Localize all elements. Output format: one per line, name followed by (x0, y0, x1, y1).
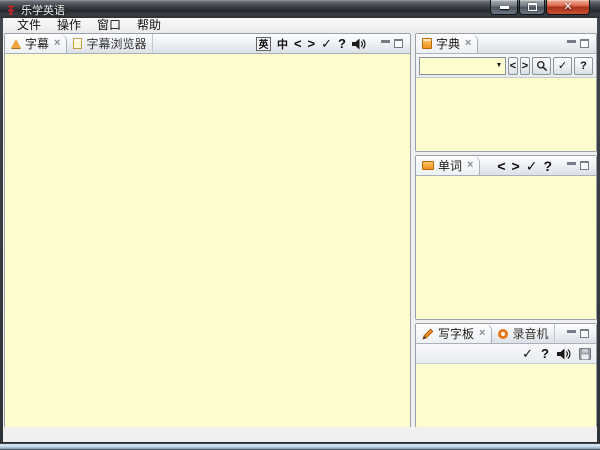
writing-pad-content[interactable] (416, 364, 596, 427)
next-button[interactable]: > (308, 37, 316, 50)
dictionary-content (416, 78, 596, 151)
tab-subtitle-close-icon[interactable]: × (54, 38, 60, 49)
dictionary-icon (422, 38, 432, 49)
tab-subtitle-browser[interactable]: 字幕浏览器 (67, 34, 153, 53)
tab-words-label: 单词 (438, 157, 462, 174)
words-icon (422, 161, 434, 170)
previous-button[interactable]: < (497, 159, 505, 173)
dictionary-panel-controls (558, 34, 596, 53)
help-button[interactable]: ? (574, 57, 593, 75)
tab-subtitle-browser-label: 字幕浏览器 (86, 35, 146, 52)
maximize-button[interactable] (519, 0, 545, 15)
help-button[interactable]: ? (541, 347, 549, 360)
dictionary-toolbar: ▼ < > ✓ ? (416, 54, 596, 78)
window-title: 乐学英语 (21, 2, 65, 18)
subtitle-tab-bar: 字幕 × 字幕浏览器 英 中 < > ✓ ? (5, 34, 410, 54)
speaker-button[interactable] (352, 38, 366, 50)
close-button[interactable]: ✕ (546, 0, 590, 15)
minimize-button[interactable] (490, 0, 518, 15)
menu-window[interactable]: 窗口 (89, 18, 129, 33)
status-bar (3, 427, 597, 442)
panel-minimize-icon[interactable] (567, 162, 576, 165)
search-button[interactable] (532, 57, 551, 75)
dictionary-search-input[interactable] (420, 58, 493, 74)
speaker-button[interactable] (557, 348, 571, 360)
dictionary-tab-bar: 字典 × (416, 34, 596, 54)
close-icon: ✕ (563, 2, 572, 13)
tab-dictionary[interactable]: 字典 × (416, 34, 478, 53)
menu-operation[interactable]: 操作 (49, 18, 89, 33)
panel-maximize-icon[interactable] (580, 161, 589, 170)
pencil-icon (422, 328, 434, 340)
subtitle-icon (11, 39, 21, 48)
pad-toolbar: ✓ ? (416, 344, 596, 364)
tab-writing-pad[interactable]: 写字板 × (416, 324, 492, 343)
english-toggle-button[interactable]: 英 (256, 37, 271, 51)
next-button[interactable]: > (512, 159, 520, 173)
panel-maximize-icon[interactable] (580, 329, 589, 338)
help-button[interactable]: ? (543, 159, 552, 173)
check-button[interactable]: ✓ (522, 347, 533, 360)
previous-button[interactable]: < (294, 37, 302, 50)
panel-maximize-icon[interactable] (394, 39, 403, 48)
words-content (416, 176, 596, 319)
recorder-icon (498, 329, 508, 339)
save-button[interactable] (579, 348, 591, 360)
next-button[interactable]: > (520, 57, 530, 75)
words-panel: 单词 × < > ✓ ? (415, 155, 597, 320)
menu-help[interactable]: 帮助 (129, 18, 169, 33)
chevron-down-icon[interactable]: ▼ (493, 62, 505, 69)
pad-panel-controls (558, 324, 596, 343)
tab-words-close-icon[interactable]: × (467, 160, 473, 171)
window-frame-bottom (0, 442, 600, 450)
subtitle-panel: 字幕 × 字幕浏览器 英 中 < > ✓ ? (4, 33, 411, 428)
window-controls: ✕ (489, 0, 590, 15)
tab-writing-pad-label: 写字板 (438, 325, 474, 342)
words-tab-bar: 单词 × < > ✓ ? (416, 156, 596, 176)
tab-recorder[interactable]: 录音机 (492, 324, 555, 343)
tab-dictionary-label: 字典 (436, 35, 460, 52)
panel-minimize-icon[interactable] (381, 40, 390, 43)
help-button[interactable]: ? (338, 37, 346, 50)
workspace: 字幕 × 字幕浏览器 英 中 < > ✓ ? (3, 33, 597, 427)
menu-bar: 文件 操作 窗口 帮助 (3, 18, 597, 33)
tab-writing-pad-close-icon[interactable]: × (479, 328, 485, 339)
tab-dictionary-close-icon[interactable]: × (465, 38, 471, 49)
chinese-toggle-button[interactable]: 中 (277, 36, 288, 52)
client-area: 文件 操作 窗口 帮助 字幕 × 字幕浏览器 英 中 < (3, 18, 597, 442)
menu-file[interactable]: 文件 (9, 18, 49, 33)
panel-minimize-icon[interactable] (567, 330, 576, 333)
tab-recorder-label: 录音机 (512, 325, 548, 342)
minimize-icon (500, 6, 509, 9)
check-button[interactable]: ✓ (553, 57, 572, 75)
check-button[interactable]: ✓ (321, 37, 332, 50)
pad-tab-bar: 写字板 × 录音机 (416, 324, 596, 344)
writing-pad-panel: 写字板 × 录音机 ✓ ? (415, 323, 597, 428)
check-button[interactable]: ✓ (526, 159, 538, 173)
tab-subtitle-label: 字幕 (25, 35, 49, 52)
panel-maximize-icon[interactable] (580, 39, 589, 48)
words-toolbar: < > ✓ ? (497, 156, 596, 175)
app-icon (6, 5, 16, 15)
dictionary-panel: 字典 × ▼ < > (415, 33, 597, 152)
subtitle-content (5, 54, 410, 427)
document-icon (73, 38, 82, 49)
dictionary-search-combo: ▼ (419, 57, 506, 75)
maximize-icon (528, 3, 537, 11)
subtitle-panel-controls (376, 39, 407, 48)
previous-button[interactable]: < (508, 57, 518, 75)
subtitle-toolbar: 英 中 < > ✓ ? (256, 34, 410, 53)
tab-subtitle[interactable]: 字幕 × (5, 34, 67, 53)
panel-minimize-icon[interactable] (567, 40, 576, 43)
tab-words[interactable]: 单词 × (416, 156, 480, 175)
